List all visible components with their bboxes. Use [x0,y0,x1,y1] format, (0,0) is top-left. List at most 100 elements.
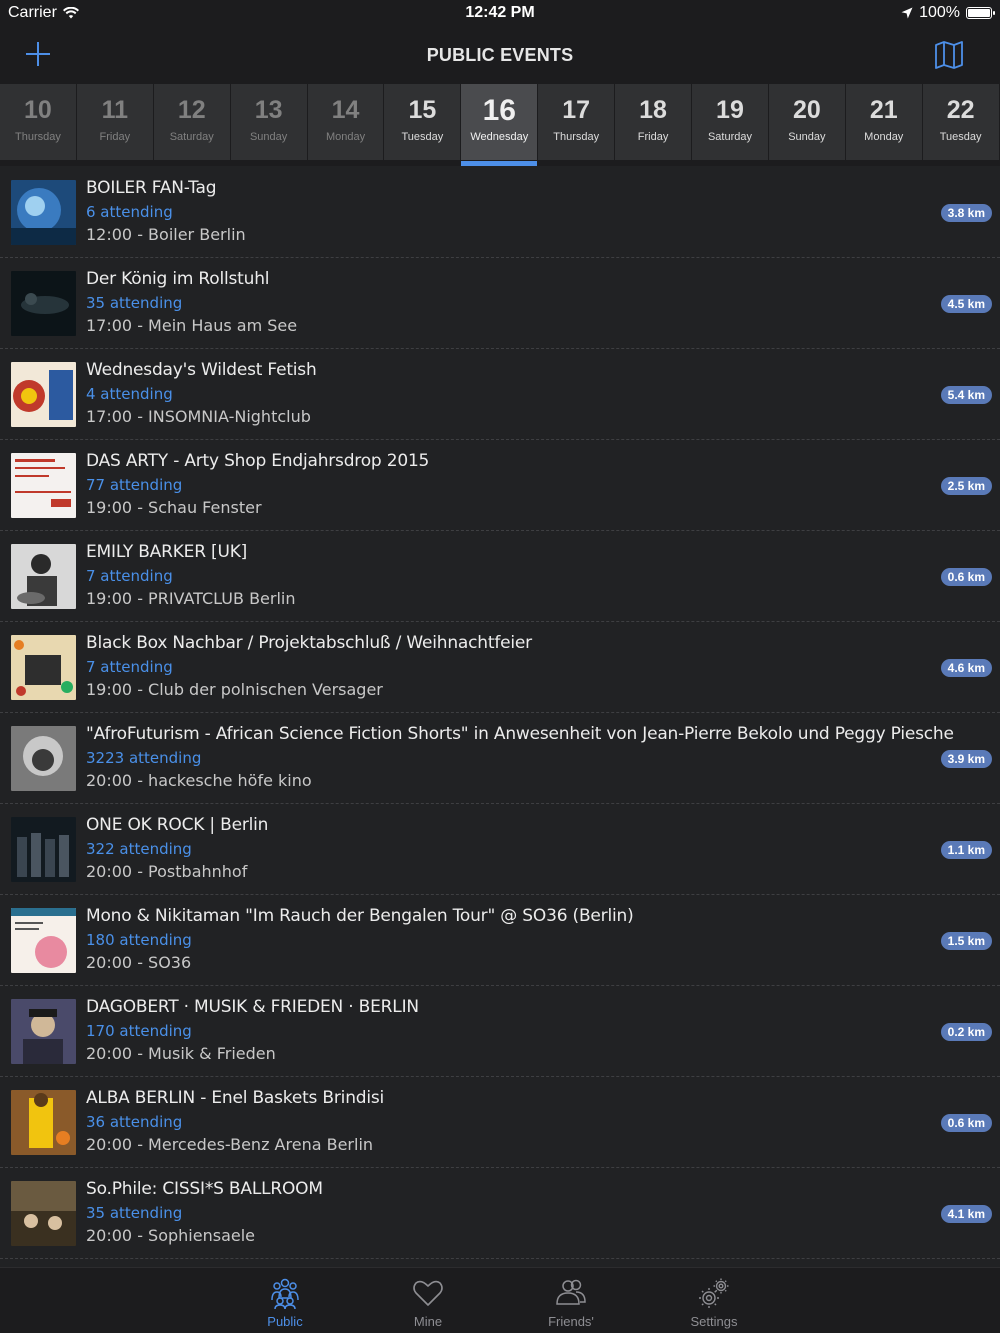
date-cell-21[interactable]: 21 Monday [845,84,923,160]
distance-badge: 3.8 km [940,204,992,222]
event-time-venue: 20:00 - hackesche höfe kino [86,771,312,790]
friends-icon [556,1279,586,1305]
event-thumbnail [11,1181,76,1246]
event-thumbnail [11,999,76,1064]
tab-bar: Public Mine Friends' Settings [0,1267,1000,1333]
event-row[interactable]: BOILER FAN-Tag 6 attending 12:00 - Boiler … [0,167,1000,258]
battery-percent: 100% [919,4,960,21]
event-row[interactable]: So.Phile: CISSI*S BALLROOM 35 attending 20… [0,1168,1000,1259]
date-weekday: Thursday [553,131,600,143]
event-thumbnail [11,180,76,245]
clock: 12:42 PM [465,4,535,21]
date-number: 19 [716,96,744,124]
battery-level-fill [968,9,990,17]
event-row[interactable]: DAGOBERT · MUSIK & FRIEDEN · BERLIN 170 a… [0,986,1000,1077]
event-time-venue: 20:00 - SO36 [86,953,192,972]
event-attending[interactable]: 180 attending [86,931,192,949]
date-number: 22 [946,96,975,124]
event-title: Mono & Nikitaman "Im Rauch der Bengalen … [86,906,634,926]
tab-mine-label: Mine [413,1314,443,1329]
event-attending[interactable]: 322 attending [86,840,192,858]
date-cell-17[interactable]: 17 Thursday [538,84,616,160]
event-row[interactable]: Der König im Rollstuhl 35 attending 17:00 … [0,258,1000,349]
distance-badge: 0.2 km [940,1023,992,1041]
event-time-venue: 12:00 - Boiler Berlin [86,225,246,244]
event-row[interactable]: Wednesday's Wildest Fetish 4 attending 17:… [0,349,1000,440]
event-time-venue: 19:00 - PRIVATCLUB Berlin [86,589,296,608]
event-attending[interactable]: 6 attending [86,203,173,221]
status-right: 100% [901,4,995,22]
event-row[interactable]: EMILY BARKER [UK] 7 attending 19:00 - PRIV… [0,531,1000,622]
date-cell-18[interactable]: 18 Friday [615,84,693,160]
date-weekday: Friday [99,131,131,143]
event-row[interactable]: Mono & Nikitaman "Im Rauch der Bengalen … [0,895,1000,986]
date-number: 10 [24,96,52,124]
date-cell-22[interactable]: 22 Tuesday [922,84,1000,160]
event-time-venue: 20:00 - Mercedes-Benz Arena Berlin [86,1135,374,1154]
date-number: 14 [331,96,360,124]
event-time-venue: 17:00 - INSOMNIA-Nightclub [86,407,311,426]
event-attending[interactable]: 170 attending [86,1022,192,1040]
tab-settings[interactable]: Settings [669,1276,759,1329]
event-thumbnail [11,544,76,609]
event-attending[interactable]: 7 attending [86,567,173,585]
event-title: Wednesday's Wildest Fetish [86,360,317,380]
event-title: BOILER FAN-Tag [86,178,217,198]
distance-badge: 1.5 km [940,932,992,950]
event-title: ALBA BERLIN - Enel Baskets Brindisi [86,1088,385,1108]
date-number: 16 [482,94,516,127]
event-thumbnail [11,908,76,973]
date-cell-16[interactable]: 16 Wednesday [461,84,539,166]
event-time-venue: 20:00 - Musik & Frieden [86,1044,276,1063]
distance-badge: 4.6 km [940,659,992,677]
date-cell-10[interactable]: 10 Thursday [0,84,77,160]
heart-icon [413,1280,443,1306]
event-title: So.Phile: CISSI*S BALLROOM [86,1179,323,1199]
tab-friends-label: Friends' [548,1314,594,1329]
event-row[interactable]: DAS ARTY - Arty Shop Endjahrsdrop 2015 77… [0,440,1000,531]
date-cell-12[interactable]: 12 Saturday [153,84,231,160]
event-row[interactable]: "AfroFuturism - African Science Fiction … [0,713,1000,804]
tab-public[interactable]: Public [240,1276,330,1329]
event-row[interactable]: ALBA BERLIN - Enel Baskets Brindisi 36 at… [0,1077,1000,1168]
event-attending[interactable]: 3223 attending [86,749,201,767]
status-bar: Carrier 12:42 PM 100% [0,0,1000,28]
event-row[interactable]: ONE OK ROCK | Berlin 322 attending 20:00 -… [0,804,1000,895]
date-weekday: Monday [864,131,904,143]
navigation-bar: PUBLIC EVENTS [0,28,1000,84]
tab-public-label: Public [267,1314,303,1329]
date-selector: 10 Thursday 11 Friday 12 Saturday 13 Sunday 14 Mo… [0,84,1000,166]
event-thumbnail [11,635,76,700]
event-attending[interactable]: 4 attending [86,385,173,403]
date-weekday: Sunday [249,131,288,143]
event-attending[interactable]: 77 attending [86,476,182,494]
event-attending[interactable]: 36 attending [86,1113,182,1131]
date-cell-20[interactable]: 20 Sunday [768,84,846,160]
date-number: 12 [177,96,206,124]
tab-mine[interactable]: Mine [383,1276,473,1329]
date-cell-15[interactable]: 15 Tuesday [384,84,462,160]
date-cell-19[interactable]: 19 Saturday [692,84,769,160]
event-time-venue: 20:00 - Postbahnhof [86,862,248,881]
event-attending[interactable]: 35 attending [86,294,182,312]
date-weekday: Saturday [707,131,752,143]
event-title: Black Box Nachbar / Projektabschluß / We… [86,633,532,653]
date-cell-13[interactable]: 13 Sunday [230,84,308,160]
date-weekday: Tuesday [939,131,982,143]
event-attending[interactable]: 7 attending [86,658,173,676]
date-weekday: Monday [325,131,366,143]
tab-settings-label: Settings [690,1314,738,1329]
map-icon[interactable] [934,40,964,70]
date-number: 11 [101,96,129,124]
event-thumbnail [11,271,76,336]
people-group-icon [271,1278,299,1310]
date-cell-11[interactable]: 11 Friday [76,84,154,160]
date-number: 17 [562,96,591,124]
event-attending[interactable]: 35 attending [86,1204,182,1222]
distance-badge: 4.5 km [940,295,992,313]
event-list: BOILER FAN-Tag 6 attending 12:00 - Boiler … [0,167,1000,1267]
date-cell-14[interactable]: 14 Monday [307,84,385,160]
tab-friends[interactable]: Friends' [526,1276,616,1329]
event-thumbnail [11,453,76,518]
event-row[interactable]: Black Box Nachbar / Projektabschluß / We… [0,622,1000,713]
